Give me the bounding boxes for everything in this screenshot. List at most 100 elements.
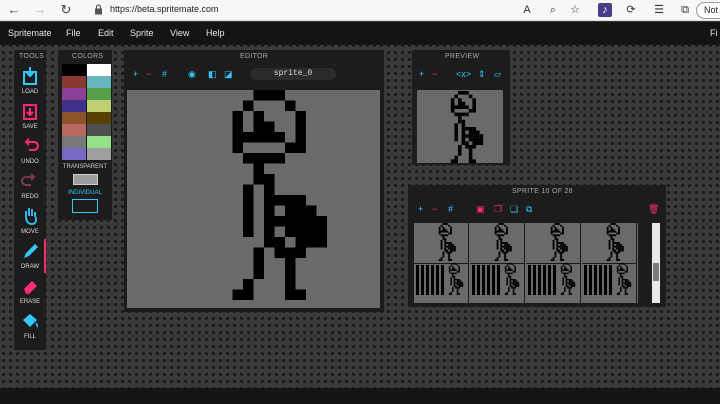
sprite-pixel	[295, 132, 306, 143]
menu-edit[interactable]: Edit	[98, 28, 114, 38]
color-swatch[interactable]	[87, 64, 111, 76]
sprite-pixel	[572, 282, 574, 284]
sprite-thumbnail[interactable]	[582, 263, 637, 304]
tool-move[interactable]: MOVE	[14, 204, 46, 238]
sprite-pixel	[621, 267, 624, 270]
stretch-y-icon[interactable]: ⇕	[478, 68, 486, 80]
grid-icon[interactable]: #	[448, 203, 453, 215]
color-swatch[interactable]	[62, 148, 86, 160]
zoom-icon[interactable]: ⌕	[546, 3, 560, 17]
color-swatch[interactable]	[87, 76, 111, 88]
back-icon[interactable]: ←	[6, 2, 22, 18]
read-aloud-icon[interactable]: A	[520, 3, 534, 17]
menu-file[interactable]: File	[66, 28, 81, 38]
sprite-pixel	[514, 285, 516, 287]
color-swatch[interactable]	[62, 100, 86, 112]
plus-icon[interactable]: +	[418, 203, 423, 215]
sprite-pixel	[450, 101, 455, 106]
sprite-pixel	[620, 272, 622, 275]
plus-icon[interactable]: +	[419, 68, 424, 80]
tool-erase[interactable]: ERASE	[14, 274, 46, 308]
address-bar[interactable]: https://beta.spritemate.com	[86, 2, 556, 19]
transparent-swatch[interactable]	[73, 174, 98, 185]
sprite-pixel	[506, 293, 508, 295]
tool-load[interactable]: LOAD	[14, 64, 46, 98]
collections-icon[interactable]: ⧉	[678, 3, 692, 17]
sprite-pixel	[446, 242, 449, 244]
sprite-pixel	[444, 240, 447, 242]
color-swatch[interactable]	[87, 88, 111, 100]
sprite-list-scrollbar[interactable]	[652, 223, 660, 303]
copy-icon[interactable]: ❐	[494, 203, 502, 215]
plus-icon[interactable]: +	[133, 68, 138, 80]
menu-view[interactable]: View	[170, 28, 189, 38]
tool-redo[interactable]: REDO	[14, 169, 46, 203]
sprite-pixel	[616, 259, 619, 261]
sprite-thumbnail[interactable]	[526, 263, 581, 304]
sprite-pixel	[456, 282, 459, 284]
sprite-pixel	[465, 141, 469, 145]
menu-sprite[interactable]: Sprite	[130, 28, 154, 38]
color-swatch[interactable]	[87, 124, 111, 136]
color-swatch[interactable]	[62, 112, 86, 124]
extension-icon[interactable]: ♪	[598, 3, 612, 17]
color-swatch[interactable]	[87, 136, 111, 148]
paste-icon[interactable]: ❏	[510, 203, 518, 215]
tool-undo[interactable]: UNDO	[14, 134, 46, 168]
minus-icon[interactable]: −	[432, 68, 437, 80]
sprite-pixel	[616, 269, 619, 271]
sprite-pixel	[616, 242, 619, 244]
color-swatch[interactable]	[62, 64, 86, 76]
color-swatch[interactable]	[87, 112, 111, 124]
tool-draw[interactable]: DRAW	[14, 239, 46, 273]
color-swatch[interactable]	[87, 148, 111, 160]
sprite-pixel	[498, 234, 501, 237]
color-swatch[interactable]	[62, 124, 86, 136]
sprite-thumbnail[interactable]	[470, 223, 525, 264]
sprite-thumbnail[interactable]	[526, 223, 581, 264]
sprite-thumbnail[interactable]	[582, 223, 637, 264]
grid-icon[interactable]: #	[162, 68, 167, 80]
sprite-pixel	[448, 242, 451, 244]
forward-icon[interactable]: →	[32, 2, 48, 18]
duplicate-icon[interactable]: ⧉	[526, 203, 532, 215]
trash-icon[interactable]: 🗑	[648, 203, 659, 215]
sprite-name-field[interactable]: sprite_0	[250, 68, 336, 80]
sprite-thumbnail[interactable]	[414, 223, 469, 264]
color-pair-icon[interactable]: ◪	[224, 68, 233, 80]
sprite-thumbnail[interactable]	[414, 263, 469, 304]
tool-label: LOAD	[21, 89, 39, 95]
sprite-pixel	[556, 234, 559, 237]
multicolor-icon[interactable]: ◉	[188, 68, 196, 80]
sprite-pixel	[552, 259, 555, 261]
sync-icon[interactable]: ⟳	[624, 3, 638, 17]
sprite-thumbnail-image	[584, 263, 632, 295]
overlay-icon[interactable]: ◧	[208, 68, 217, 80]
editor-canvas[interactable]	[127, 90, 380, 308]
color-swatch[interactable]	[62, 136, 86, 148]
menu-help[interactable]: Help	[206, 28, 225, 38]
sprite-pixel	[621, 280, 624, 283]
individual-color-swatch[interactable]	[72, 199, 98, 213]
tool-label: SAVE	[22, 124, 38, 130]
color-swatch[interactable]	[62, 76, 86, 88]
overlay-icon[interactable]: ▱	[494, 68, 501, 80]
sprite-thumbnail[interactable]	[470, 263, 525, 304]
sprite-pixel	[556, 240, 559, 242]
refresh-icon[interactable]: ↻	[58, 2, 74, 18]
stretch-x-icon[interactable]: <x>	[456, 68, 471, 80]
profile-button[interactable]: Not	[696, 2, 720, 19]
minus-icon[interactable]: −	[146, 68, 151, 80]
sprite-pixel	[453, 267, 456, 270]
sprite-pixel	[450, 269, 452, 271]
tool-save[interactable]: SAVE	[14, 99, 46, 133]
color-swatch[interactable]	[62, 88, 86, 100]
minus-icon[interactable]: −	[432, 203, 437, 215]
favorites-bar-icon[interactable]: ☰	[652, 3, 666, 17]
color-swatch[interactable]	[87, 100, 111, 112]
favorite-icon[interactable]: ☆	[568, 3, 582, 17]
scrollbar-thumb[interactable]	[653, 263, 659, 281]
new-sprite-icon[interactable]: ▣	[476, 203, 485, 215]
sprite-pixel	[494, 228, 497, 231]
tool-fill[interactable]: FILL	[14, 309, 46, 343]
